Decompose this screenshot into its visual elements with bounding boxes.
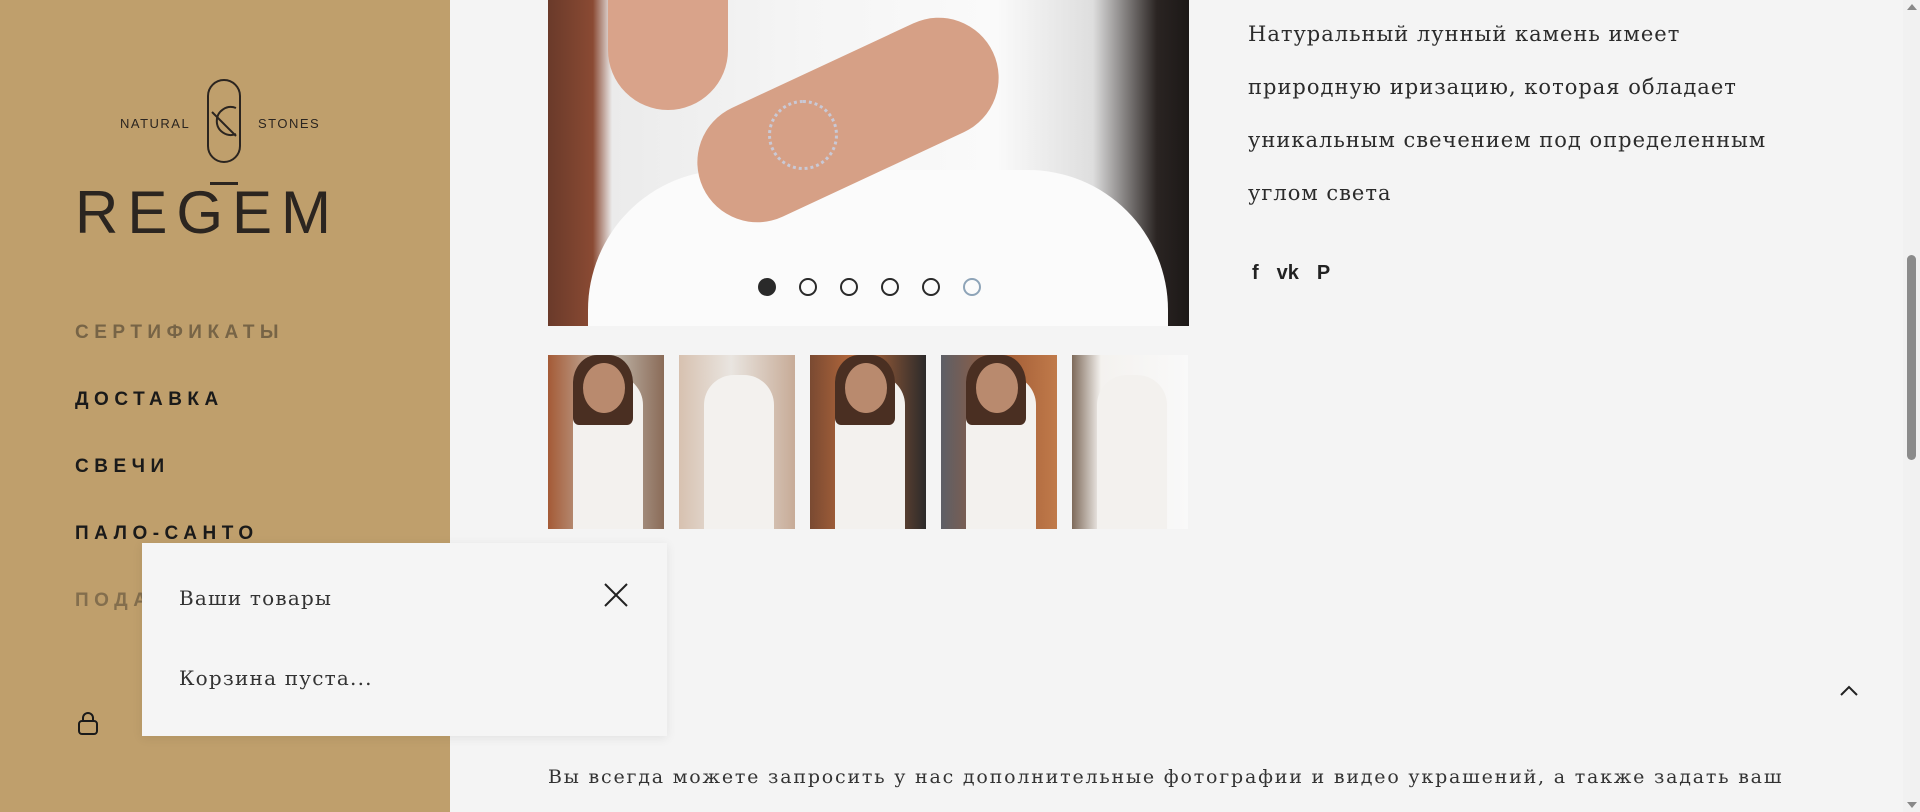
sidebar-item-delivery[interactable]: ДОСТАВКА: [75, 385, 284, 452]
chevron-up-icon[interactable]: [1839, 683, 1859, 697]
page-scrollbar[interactable]: [1903, 0, 1920, 812]
thumbnail[interactable]: [679, 355, 795, 529]
cart-empty-message: Корзина пуста...: [179, 666, 373, 690]
thumbnail[interactable]: [810, 355, 926, 529]
thumbnail-strip: [548, 355, 1188, 529]
carousel-dot[interactable]: [799, 278, 817, 296]
pinterest-icon[interactable]: P: [1317, 262, 1330, 285]
info-paragraph: Вы всегда можете запросить у нас дополни…: [548, 766, 1784, 788]
social-share: f vk P: [1252, 262, 1330, 285]
thumbnail-figure: [1097, 375, 1167, 529]
carousel-dot[interactable]: [840, 278, 858, 296]
thumbnail[interactable]: [548, 355, 664, 529]
scroll-up-arrow-icon[interactable]: [1907, 4, 1917, 10]
sidebar-item-candles[interactable]: СВЕЧИ: [75, 452, 284, 519]
cart-bag-icon[interactable]: [77, 712, 99, 736]
scroll-down-arrow-icon[interactable]: [1907, 802, 1917, 808]
thumbnail[interactable]: [941, 355, 1057, 529]
cart-title: Ваши товары: [179, 586, 333, 610]
photo-fur-shape: [588, 170, 1168, 326]
cart-popup: Ваши товары Корзина пуста...: [142, 543, 667, 736]
photo-bracelet-shape: [768, 100, 838, 170]
facebook-icon[interactable]: f: [1252, 262, 1259, 285]
photo-hand-shape: [608, 0, 728, 110]
logo-stones-label: STONES: [258, 116, 321, 131]
logo-wordmark: REGEM: [75, 179, 341, 246]
thumbnail[interactable]: [1072, 355, 1188, 529]
sidebar-item-certificates[interactable]: СЕРТИФИКАТЫ: [75, 318, 284, 385]
logo-natural-label: NATURAL: [120, 116, 191, 131]
product-main-photo[interactable]: [548, 0, 1189, 326]
carousel-dot[interactable]: [922, 278, 940, 296]
carousel-dot[interactable]: [881, 278, 899, 296]
thumbnail-face: [845, 363, 887, 413]
product-description: Натуральный лунный камень имеет природну…: [1248, 22, 1767, 205]
carousel-dot[interactable]: [963, 278, 981, 296]
thumbnail-figure: [704, 375, 774, 529]
thumbnail-face: [583, 363, 625, 413]
vk-icon[interactable]: vk: [1277, 262, 1299, 285]
logo-monogram-icon: [207, 79, 241, 163]
carousel-dots: [758, 278, 981, 296]
carousel-dot[interactable]: [758, 278, 776, 296]
close-icon[interactable]: [602, 581, 630, 609]
brand-logo[interactable]: NATURAL STONES REGEM: [75, 78, 375, 248]
scroll-thumb[interactable]: [1907, 255, 1916, 460]
thumbnail-face: [976, 363, 1018, 413]
